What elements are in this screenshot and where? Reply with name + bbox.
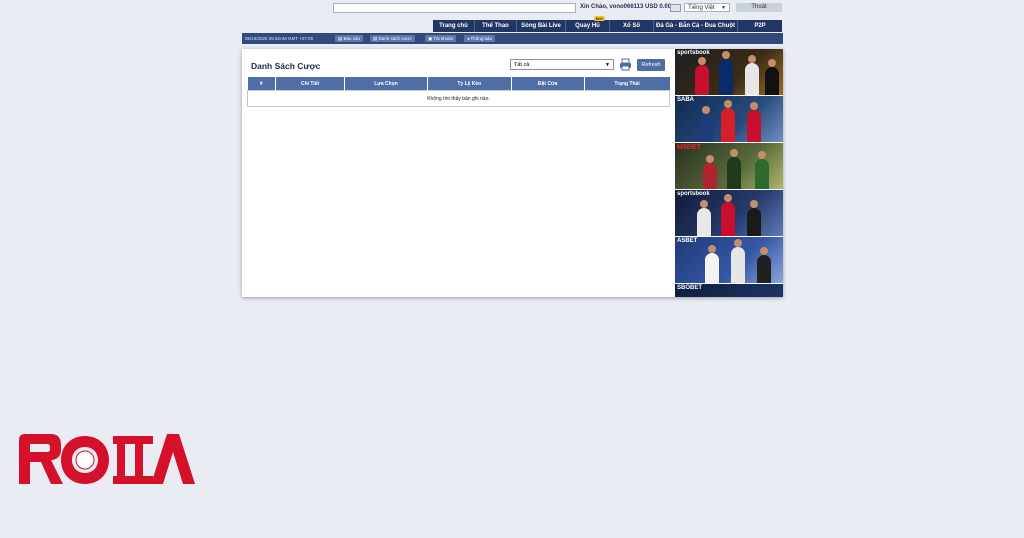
nav-live-casino[interactable]: Sòng Bài Live <box>517 20 566 32</box>
bet-table: # Chi Tiết Lựa Chọn Tỷ Lệ Kèo Đặt Cửa Tr… <box>247 77 670 107</box>
banner-label: SABA <box>677 97 695 103</box>
table-header-row: # Chi Tiết Lựa Chọn Tỷ Lệ Kèo Đặt Cửa Tr… <box>247 77 670 91</box>
nav-sports[interactable]: Thể Thao <box>475 20 517 32</box>
status-filter-select[interactable]: Tất cả ▼ <box>510 59 614 70</box>
printer-icon[interactable] <box>619 58 632 71</box>
empty-message: Không tìm thấy bản ghi nào. <box>247 90 670 107</box>
logout-button[interactable]: Thoát <box>736 3 782 12</box>
promo-banners: sportsbook SABA M9BET sportsbook ASBET S… <box>675 49 783 297</box>
notifications-button[interactable]: ◂ Thông báo <box>464 35 495 42</box>
banner-m9bet[interactable]: M9BET <box>675 143 783 189</box>
nav-cockfight-fishing[interactable]: Đá Gà - Bắn Cá - Đua Chuột <box>654 20 738 32</box>
nav-p2p[interactable]: P2P <box>738 20 782 32</box>
report-button[interactable]: ▤ Báo cáo <box>335 35 364 42</box>
refresh-button[interactable]: Refresh <box>637 59 665 71</box>
col-header-odds: Tỷ Lệ Kèo <box>427 77 512 91</box>
col-header-index: # <box>247 77 277 91</box>
banner-label: M9BET <box>677 144 701 151</box>
bet-list-panel: Danh Sách Cược Tất cả ▼ Refresh # Chi Ti… <box>242 49 783 297</box>
col-header-selection: Lựa Chọn <box>344 77 428 91</box>
col-header-status: Trạng Thái <box>584 77 670 91</box>
banner-label: SBOBET <box>677 285 703 291</box>
chevron-down-icon: ▼ <box>721 5 726 11</box>
user-greeting: Xin Chào, vono066113 USD 0.00 <box>580 4 672 10</box>
language-select[interactable]: Tiếng Việt ▼ <box>684 3 730 12</box>
banner-sportsbook-2[interactable]: sportsbook <box>675 190 783 236</box>
roma-logo <box>19 434 195 484</box>
banner-label: sportsbook <box>677 50 710 56</box>
table-row: Không tìm thấy bản ghi nào. <box>247 90 670 107</box>
marquee-input[interactable] <box>333 3 576 13</box>
sub-bar: 05/18/2026 05:52AM GMT +07:00 ▤ Báo cáo … <box>242 33 783 44</box>
mail-icon[interactable] <box>670 4 681 12</box>
banner-asbet[interactable]: ASBET <box>675 237 783 283</box>
banner-sbobet[interactable]: SBOBET <box>675 284 783 297</box>
banner-label: sportsbook <box>677 191 710 197</box>
filter-value: Tất cả <box>514 62 530 68</box>
language-value: Tiếng Việt <box>688 5 715 11</box>
main-nav: Trang chủ Thể Thao Sòng Bài Live Quay Hũ… <box>433 16 782 32</box>
nav-slots[interactable]: Quay Hũ Mới <box>566 16 610 32</box>
nav-home[interactable]: Trang chủ <box>433 20 475 32</box>
nav-lottery[interactable]: Xổ Số <box>610 20 654 32</box>
banner-sportsbook-1[interactable]: sportsbook <box>675 49 783 95</box>
new-badge: Mới <box>593 16 605 21</box>
bet-list-button[interactable]: ▤ Danh sách cược <box>370 35 415 42</box>
banner-saba[interactable]: SABA <box>675 96 783 142</box>
chevron-down-icon: ▼ <box>605 62 610 68</box>
account-button[interactable]: ▣ Tài khoản <box>425 35 457 42</box>
col-header-stake: Đặt Cửa <box>511 77 585 91</box>
col-header-detail: Chi Tiết <box>275 77 346 91</box>
banner-label: ASBET <box>677 238 698 244</box>
page-title: Danh Sách Cược <box>251 61 321 71</box>
server-datetime: 05/18/2026 05:52AM GMT +07:00 <box>245 36 314 41</box>
top-bar: Xin Chào, vono066113 USD 0.00 Tiếng Việt… <box>0 3 1024 15</box>
